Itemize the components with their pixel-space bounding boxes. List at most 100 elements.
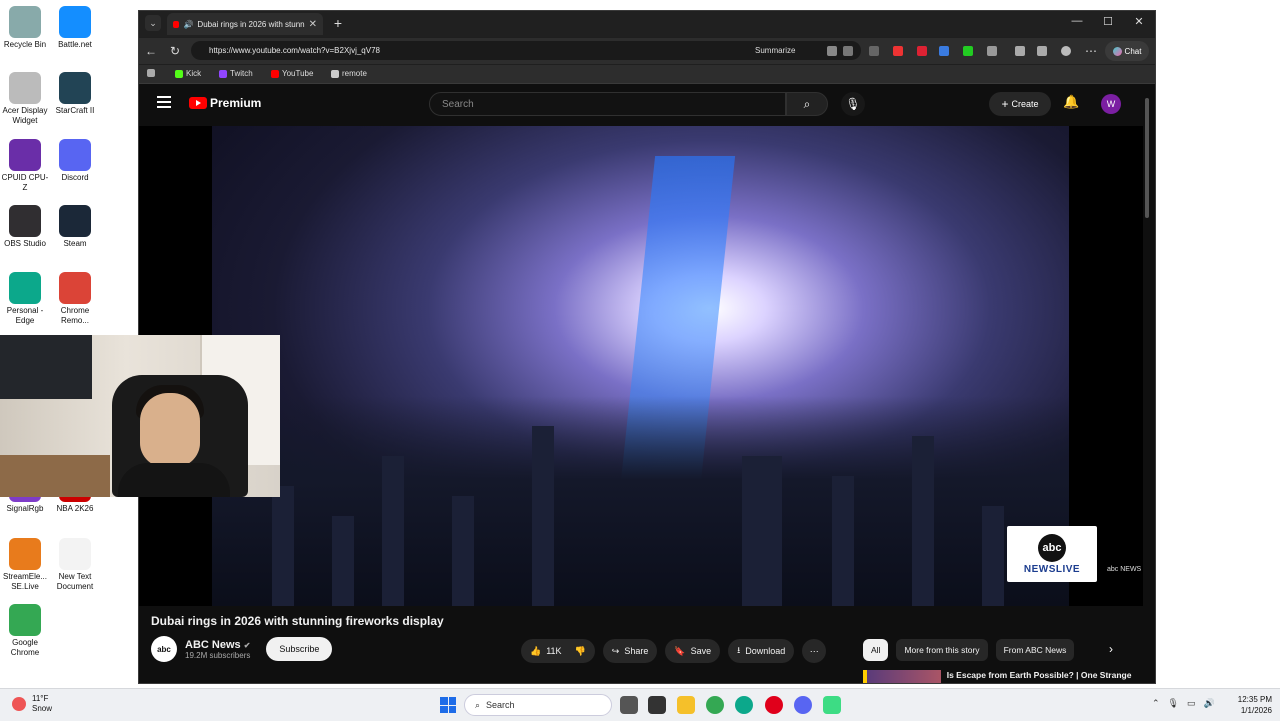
minimize-icon[interactable]: —	[1067, 15, 1087, 27]
extension-icon-3[interactable]	[917, 46, 927, 56]
search-input[interactable]: Search	[429, 92, 786, 116]
reading-view-icon[interactable]	[827, 46, 837, 56]
file-explorer-icon[interactable]	[677, 696, 695, 714]
copilot-chat-button[interactable]: Chat	[1105, 41, 1149, 61]
favorites-folder-icon[interactable]	[147, 69, 155, 77]
share-button[interactable]: ↪ Share	[602, 639, 658, 663]
thumbs-down-icon[interactable]: 👎	[575, 646, 586, 657]
save-label: Save	[690, 646, 712, 656]
favorite-star-icon[interactable]	[843, 46, 853, 56]
desktop-icon-chrome-remote[interactable]: Chrome Remo...	[50, 272, 100, 326]
channel-name[interactable]: ABC News ✔	[185, 639, 250, 651]
desktop-icon-streamelements[interactable]: StreamEle... SE.Live	[0, 538, 50, 592]
extension-icon-5[interactable]	[963, 46, 973, 56]
chip-from-abc-news[interactable]: From ABC News	[995, 639, 1075, 661]
volume-icon[interactable]: 🔊	[1204, 698, 1215, 709]
discord-taskbar-icon[interactable]	[794, 696, 812, 714]
extension-icon-6[interactable]	[987, 46, 997, 56]
edge-taskbar-icon[interactable]	[735, 696, 753, 714]
chip-more-from-story[interactable]: More from this story	[896, 639, 988, 661]
summarize-label: Summarize	[755, 46, 796, 55]
android-app-taskbar-icon[interactable]	[823, 696, 841, 714]
hamburger-menu-icon[interactable]	[157, 96, 171, 108]
desktop-icon-acer[interactable]: Acer Display Widget	[0, 72, 50, 126]
youtube-premium-logo[interactable]: Premium	[189, 96, 261, 110]
desktop-icon-label: Recycle Bin	[3, 40, 47, 49]
summarize-button[interactable]: Summarize	[755, 46, 795, 55]
tray-chevron-icon[interactable]: ⌃	[1152, 698, 1160, 709]
desktop-icon-steam[interactable]: Steam	[50, 205, 100, 249]
extension-icon-4[interactable]	[939, 46, 949, 56]
desktop-icon-discord[interactable]: Discord	[50, 139, 100, 183]
search-button[interactable]: ⌕	[786, 92, 828, 116]
subscribe-button[interactable]: Subscribe	[266, 637, 333, 661]
back-icon[interactable]: ←	[143, 44, 159, 58]
more-actions-button[interactable]: ⋯	[802, 639, 827, 663]
address-bar: ← ↻ https://www.youtube.com/watch?v=B2Xj…	[139, 38, 1155, 64]
extension-icon-1[interactable]	[869, 46, 879, 56]
video-frame-fireworks: abc NEWSLIVE	[212, 126, 1097, 606]
desktop-icon-recycle-bin[interactable]: Recycle Bin	[0, 6, 50, 50]
scrollbar-thumb[interactable]	[1145, 98, 1149, 218]
create-button[interactable]: + Create	[989, 92, 1051, 116]
notifications-bell-icon[interactable]: 🔔	[1063, 94, 1079, 110]
widgets-icon[interactable]	[648, 696, 666, 714]
channel-row: abc ABC News ✔ 19.2M subscribers Subscri…	[151, 636, 333, 662]
network-icon[interactable]: ▭	[1187, 698, 1196, 709]
desktop-icon-cpuz[interactable]: CPUID CPU-Z	[0, 139, 50, 193]
microphone-icon[interactable]: 🎙	[1168, 698, 1179, 709]
desktop-icon-label: Acer Display Widget	[2, 106, 48, 125]
abc-news-watermark[interactable]: abc NEWS	[1107, 566, 1141, 573]
like-button[interactable]: 👍 11K 👎	[521, 639, 595, 663]
subscribe-label: Subscribe	[279, 644, 320, 654]
desktop-icon-edge[interactable]: Personal - Edge	[0, 272, 50, 326]
desktop-icon-battlenet[interactable]: Battle.net	[50, 6, 100, 50]
speaker-icon[interactable]: 🔊	[183, 20, 193, 29]
chip-all[interactable]: All	[863, 639, 889, 661]
abc-news-live-badge: abc NEWSLIVE	[1007, 526, 1097, 582]
tab-close-icon[interactable]: ✕	[309, 19, 317, 30]
weather-widget[interactable]: 11°F Snow	[12, 694, 52, 714]
chips-next-chevron-icon[interactable]: ›	[1109, 642, 1113, 656]
tab-list-chevron-icon[interactable]: ⌄	[145, 15, 161, 31]
favorite-twitch[interactable]: Twitch	[219, 69, 253, 78]
favorite-youtube[interactable]: YouTube	[271, 69, 313, 78]
tab-youtube-video[interactable]: 🔊 Dubai rings in 2026 with stunn ✕	[167, 13, 323, 35]
favorite-label: Kick	[186, 69, 202, 78]
favorite-remote[interactable]: remote	[331, 69, 367, 78]
page-scrollbar[interactable]	[1143, 84, 1151, 683]
maximize-icon[interactable]: ☐	[1098, 15, 1118, 28]
start-windows-icon[interactable]	[440, 697, 456, 713]
taskbar-search[interactable]: ⌕ Search	[464, 694, 612, 716]
download-label: Download	[745, 646, 786, 656]
discord-icon	[59, 139, 91, 171]
voice-search-mic-icon[interactable]: 🎙	[841, 92, 865, 116]
opera-taskbar-icon[interactable]	[765, 696, 783, 714]
extension-icon-2[interactable]	[893, 46, 903, 56]
desktop-icon-obs[interactable]: OBS Studio	[0, 205, 50, 249]
youtube-play-icon	[189, 97, 207, 109]
new-tab-icon[interactable]: +	[329, 14, 347, 32]
recommendation-item[interactable]: Is Escape from Earth Possible? | One Str…	[863, 670, 1133, 683]
profile-icon[interactable]	[1061, 46, 1071, 56]
chrome-taskbar-icon[interactable]	[706, 696, 724, 714]
desktop-icon-text-document[interactable]: New Text Document	[50, 538, 100, 592]
channel-avatar[interactable]: abc	[151, 636, 177, 662]
desktop-icon-chrome[interactable]: Google Chrome	[0, 604, 50, 658]
desktop-icon-starcraft[interactable]: StarCraft II	[50, 72, 100, 116]
collections-icon[interactable]	[1037, 46, 1047, 56]
copilot-icon	[1112, 46, 1122, 56]
task-view-icon[interactable]	[620, 696, 638, 714]
search-icon: ⌕	[803, 96, 811, 111]
save-button[interactable]: 🔖 Save	[665, 639, 721, 663]
download-button[interactable]: ⭳ Download	[728, 639, 795, 663]
account-avatar[interactable]: W	[1101, 94, 1121, 114]
video-player[interactable]: abc NEWSLIVE abc NEWS	[139, 126, 1143, 606]
clock[interactable]: 12:35 PM 1/1/2026	[1228, 694, 1272, 716]
favorite-kick[interactable]: Kick	[175, 69, 201, 78]
refresh-icon[interactable]: ↻	[167, 44, 183, 58]
close-window-icon[interactable]: ✕	[1129, 15, 1149, 28]
create-label: Create	[1011, 99, 1039, 109]
extensions-puzzle-icon[interactable]	[1015, 46, 1025, 56]
more-menu-icon[interactable]: ⋯	[1083, 44, 1099, 58]
